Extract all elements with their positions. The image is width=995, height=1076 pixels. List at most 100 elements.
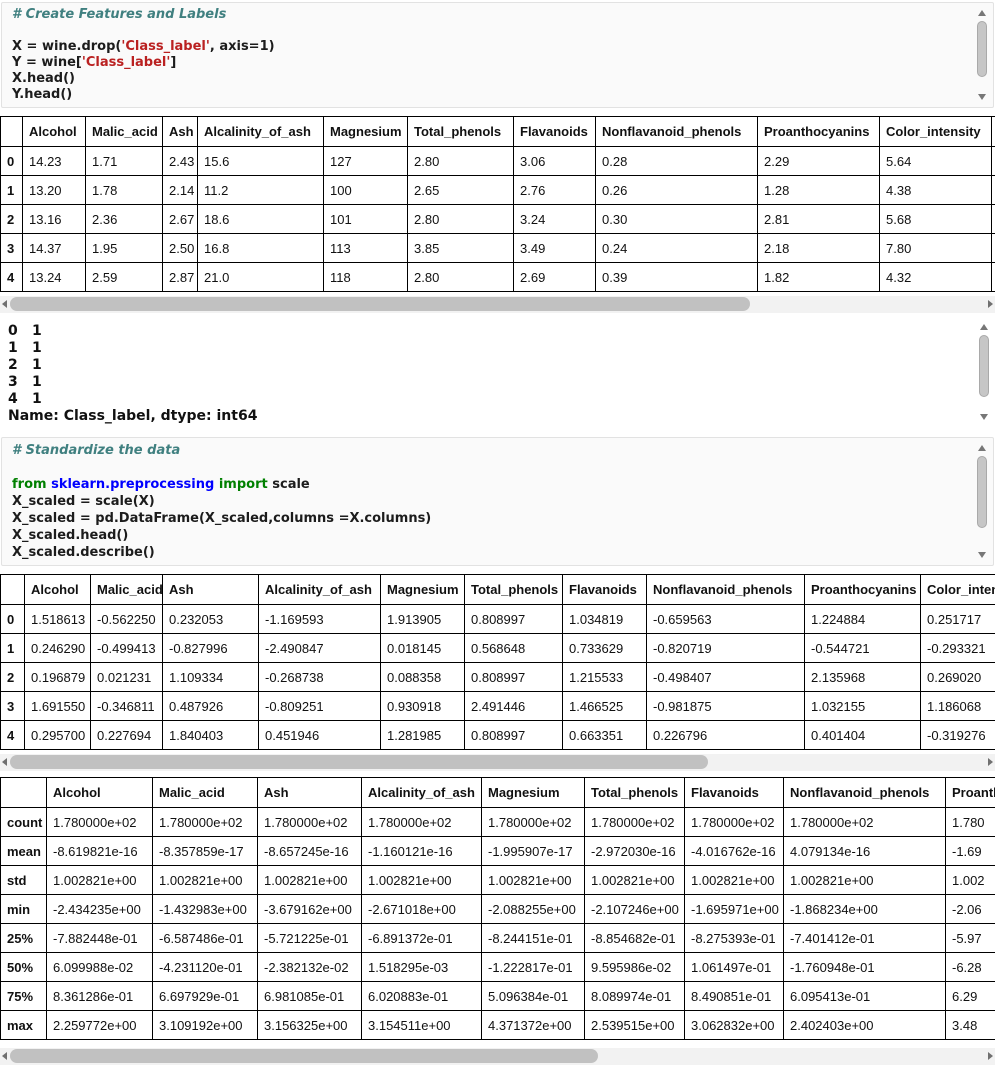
cell: 0.24 bbox=[596, 234, 758, 263]
row-index: 4 bbox=[1, 721, 25, 750]
code-token: # Standardize the data bbox=[12, 443, 180, 458]
column-header: Flavanoids bbox=[563, 575, 647, 605]
cell: -6.28 bbox=[946, 953, 995, 982]
wine-head-table: AlcoholMalic_acidAshAlcalinity_of_ashMag… bbox=[0, 116, 995, 292]
index-corner bbox=[1, 778, 47, 808]
cell: -5.721225e-01 bbox=[258, 924, 362, 953]
cell: 11.2 bbox=[198, 176, 324, 205]
code-line: # Create Features and Labels bbox=[12, 7, 967, 23]
code-line: from sklearn.preprocessing import scale bbox=[12, 476, 967, 493]
scroll-up-icon[interactable] bbox=[978, 321, 990, 333]
cell: 1.913905 bbox=[381, 605, 465, 634]
series-index: 0 bbox=[8, 323, 32, 340]
code-line: X_scaled.describe() bbox=[12, 544, 967, 561]
cell: 3.06 bbox=[514, 147, 596, 176]
cell: 1.002821e+00 bbox=[362, 866, 482, 895]
scroll-left-icon[interactable] bbox=[0, 754, 10, 771]
cell: 100 bbox=[324, 176, 408, 205]
cell: 1.002821e+00 bbox=[153, 866, 258, 895]
scrollbar-thumb[interactable] bbox=[977, 456, 987, 528]
table-row: 413.242.592.8721.01182.802.690.391.824.3… bbox=[1, 263, 995, 292]
scroll-down-icon[interactable] bbox=[978, 411, 990, 423]
cell: 18.6 bbox=[198, 205, 324, 234]
scroll-left-icon[interactable] bbox=[0, 296, 10, 313]
horizontal-scrollbar[interactable] bbox=[0, 1048, 995, 1065]
cell: 0.26 bbox=[596, 176, 758, 205]
cell: 1.518613 bbox=[25, 605, 91, 634]
cell: -8.657245e-16 bbox=[258, 837, 362, 866]
cell: 1.780000e+02 bbox=[685, 808, 784, 837]
cell: -1.760948e-01 bbox=[784, 953, 946, 982]
scrollbar-thumb[interactable] bbox=[10, 297, 750, 311]
scroll-right-icon[interactable] bbox=[985, 296, 995, 313]
cell: -0.319276 bbox=[921, 721, 995, 750]
series-index: 3 bbox=[8, 374, 32, 391]
cell: 2.29 bbox=[758, 147, 880, 176]
column-header: Alcohol bbox=[23, 117, 86, 147]
cell: 1.780000e+02 bbox=[585, 808, 685, 837]
vertical-scrollbar[interactable] bbox=[978, 321, 990, 423]
scrollbar-thumb[interactable] bbox=[979, 335, 989, 397]
cell: -7.882448e-01 bbox=[47, 924, 153, 953]
cell: -1.169593 bbox=[259, 605, 381, 634]
cell: 0.295700 bbox=[25, 721, 91, 750]
cell: -1.160121e-16 bbox=[362, 837, 482, 866]
scroll-left-icon[interactable] bbox=[0, 1048, 10, 1065]
cell: -8.619821e-16 bbox=[47, 837, 153, 866]
cell: 1.224884 bbox=[805, 605, 921, 634]
code-cell-2[interactable]: # Standardize the data from sklearn.prep… bbox=[1, 437, 994, 566]
row-index: 50% bbox=[1, 953, 47, 982]
horizontal-scrollbar[interactable] bbox=[0, 296, 995, 313]
cell: 2.65 bbox=[408, 176, 514, 205]
column-header: Ash bbox=[258, 778, 362, 808]
cell: 6.697929e-01 bbox=[153, 982, 258, 1011]
cell: 6.981085e-01 bbox=[258, 982, 362, 1011]
code-token: import bbox=[219, 477, 268, 492]
code-token: Y.head() bbox=[12, 87, 72, 102]
scroll-up-icon[interactable] bbox=[976, 442, 988, 454]
cell: 1.186068 bbox=[921, 692, 995, 721]
cell: 4.371372e+00 bbox=[482, 1011, 585, 1040]
scrollbar-thumb[interactable] bbox=[10, 1049, 598, 1063]
table-row: 25%-7.882448e-01-6.587486e-01-5.721225e-… bbox=[1, 924, 995, 953]
table-row: 40.2957000.2276941.8404030.4519461.28198… bbox=[1, 721, 995, 750]
table-row: 10.246290-0.499413-0.827996-2.4908470.01… bbox=[1, 634, 995, 663]
cell: 14.37 bbox=[23, 234, 86, 263]
scroll-right-icon[interactable] bbox=[985, 1048, 995, 1065]
table-row: count1.780000e+021.780000e+021.780000e+0… bbox=[1, 808, 995, 837]
cell: 3.156325e+00 bbox=[258, 1011, 362, 1040]
scroll-down-icon[interactable] bbox=[976, 549, 988, 561]
cell: 101 bbox=[324, 205, 408, 234]
horizontal-scrollbar[interactable] bbox=[0, 754, 995, 771]
scroll-right-icon[interactable] bbox=[985, 754, 995, 771]
series-footer: Name: Class_label, dtype: int64 bbox=[8, 408, 969, 425]
column-header: Total_phenols bbox=[408, 117, 514, 147]
code-token: sklearn.preprocessing bbox=[51, 477, 214, 492]
cell: 2.539515e+00 bbox=[585, 1011, 685, 1040]
cell: 5.64 bbox=[880, 147, 992, 176]
column-header: Proanthocyanins bbox=[805, 575, 921, 605]
cell: -2.382132e-02 bbox=[258, 953, 362, 982]
series-output: 01 11 21 31 41 Name: Class_label, dtype:… bbox=[0, 317, 995, 427]
code-cell-1[interactable]: # Create Features and Labels X = wine.dr… bbox=[1, 2, 994, 108]
scrollbar-thumb[interactable] bbox=[977, 21, 987, 77]
cell bbox=[992, 205, 995, 234]
cell: -0.498407 bbox=[647, 663, 805, 692]
scaled-head-table: AlcoholMalic_acidAshAlcalinity_of_ashMag… bbox=[0, 574, 995, 750]
cell: 0.808997 bbox=[465, 721, 563, 750]
scrollbar-thumb[interactable] bbox=[10, 755, 708, 769]
cell: 113 bbox=[324, 234, 408, 263]
vertical-scrollbar[interactable] bbox=[976, 7, 988, 103]
vertical-scrollbar[interactable] bbox=[976, 442, 988, 561]
scroll-up-icon[interactable] bbox=[976, 7, 988, 19]
cell bbox=[992, 263, 995, 292]
cell bbox=[992, 176, 995, 205]
code-line: # Standardize the data bbox=[12, 442, 967, 459]
cell: -3.679162e+00 bbox=[258, 895, 362, 924]
code-token: X_scaled = scale(X) bbox=[12, 494, 155, 509]
series-row: 41 bbox=[8, 391, 969, 408]
scroll-down-icon[interactable] bbox=[976, 91, 988, 103]
column-header: Flavanoids bbox=[685, 778, 784, 808]
cell: -4.231120e-01 bbox=[153, 953, 258, 982]
column-header: Flavanoids bbox=[514, 117, 596, 147]
